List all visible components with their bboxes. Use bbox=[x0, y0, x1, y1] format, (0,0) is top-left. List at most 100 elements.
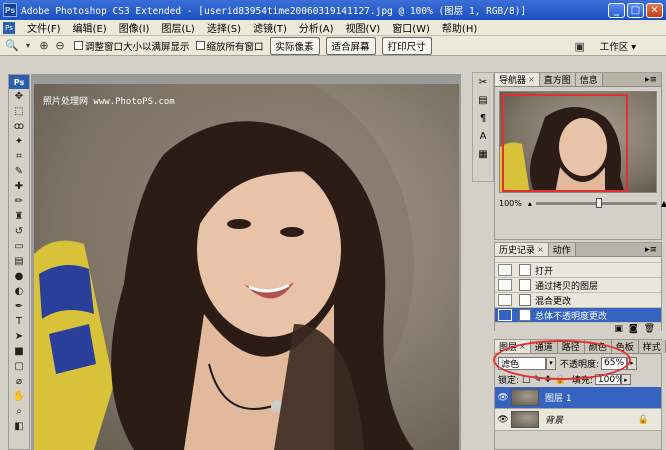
checkbox-box[interactable] bbox=[195, 41, 205, 50]
zoom-out-icon[interactable]: ⊖ bbox=[52, 38, 68, 54]
menu-view[interactable]: 视图(V) bbox=[340, 20, 387, 35]
path-selection-tool-icon[interactable]: ➤ bbox=[9, 329, 29, 344]
clone-stamp-tool-icon[interactable]: ♜ bbox=[9, 209, 29, 224]
zoom-in-icon[interactable]: ⊕ bbox=[36, 38, 52, 54]
delete-icon[interactable]: 🗑 bbox=[644, 324, 655, 334]
history-item[interactable]: 打开 bbox=[495, 263, 661, 278]
layer-row-selected[interactable]: 👁 图层 1 bbox=[495, 387, 661, 409]
print-size-button[interactable]: 打印尺寸 bbox=[381, 36, 432, 55]
history-item-label: 总体不透明度更改 bbox=[535, 311, 608, 322]
brush-tool-icon[interactable]: ✏ bbox=[9, 194, 29, 209]
layer-row[interactable]: 👁 背景 🔒 bbox=[495, 409, 661, 431]
history-item-selected[interactable]: 总体不透明度更改 bbox=[495, 308, 661, 323]
maximize-button[interactable]: □ bbox=[627, 2, 644, 18]
history-item[interactable]: 混合更改 bbox=[495, 293, 661, 308]
bridge-icon[interactable]: ▣ bbox=[572, 38, 588, 54]
document-canvas-area[interactable]: 照片处理网 www.PhotoPS.com bbox=[31, 74, 461, 450]
tab-info[interactable]: 信息 bbox=[575, 73, 603, 86]
move-tool-icon[interactable]: ✥ bbox=[9, 89, 29, 104]
notes-tool-icon[interactable]: ▢ bbox=[9, 359, 29, 374]
history-item[interactable]: 通过拷贝的图层 bbox=[495, 278, 661, 293]
crop-tool-icon[interactable]: ⌗ bbox=[9, 149, 29, 164]
lasso-tool-icon[interactable]: ꝏ bbox=[9, 119, 29, 134]
history-brush-tool-icon[interactable]: ↺ bbox=[9, 224, 29, 239]
new-snapshot-icon[interactable]: ◙ bbox=[629, 324, 638, 334]
zoom-slider[interactable] bbox=[535, 197, 657, 208]
ps-menu-icon[interactable]: Ps bbox=[3, 21, 15, 34]
marquee-tool-icon[interactable]: ⬚ bbox=[9, 104, 29, 119]
zoom-slider-knob[interactable] bbox=[596, 197, 603, 208]
eraser-tool-icon[interactable]: ▭ bbox=[9, 239, 29, 254]
navigator-panel: 导航器 × 直方图 信息 ▸≡ 100% ▴ ▲ bbox=[494, 72, 666, 240]
zoom-tool-icon[interactable]: ⌕ bbox=[9, 404, 29, 419]
close-button[interactable]: ✕ bbox=[646, 2, 663, 18]
history-brush-source-icon[interactable] bbox=[498, 309, 512, 321]
layer-name[interactable]: 图层 1 bbox=[545, 391, 572, 404]
history-item-label: 混合更改 bbox=[535, 296, 572, 307]
tab-styles[interactable]: 样式 bbox=[638, 340, 666, 353]
menu-select[interactable]: 选择(S) bbox=[201, 20, 247, 35]
tab-navigator[interactable]: 导航器 × bbox=[495, 73, 540, 86]
minimize-button[interactable]: _ bbox=[608, 2, 625, 18]
magic-wand-tool-icon[interactable]: ✦ bbox=[9, 134, 29, 149]
brushes-panel-icon[interactable]: ✂ bbox=[473, 73, 493, 91]
gradient-tool-icon[interactable]: ▤ bbox=[9, 254, 29, 269]
menu-image[interactable]: 图像(I) bbox=[113, 20, 156, 35]
menu-help[interactable]: 帮助(H) bbox=[436, 20, 483, 35]
history-brush-source-icon[interactable] bbox=[498, 264, 512, 276]
paragraph-icon[interactable]: ¶ bbox=[473, 109, 493, 127]
navigator-thumbnail[interactable] bbox=[499, 91, 657, 193]
healing-tool-icon[interactable]: ✚ bbox=[9, 179, 29, 194]
tool-presets-icon[interactable]: ▤ bbox=[473, 91, 493, 109]
navigator-view-box[interactable] bbox=[502, 94, 628, 192]
menu-layer[interactable]: 图层(L) bbox=[155, 20, 200, 35]
tab-histogram[interactable]: 直方图 bbox=[539, 73, 576, 86]
app-icon: Ps bbox=[3, 3, 17, 17]
layer-lock-icon: 🔒 bbox=[637, 414, 649, 425]
tab-actions[interactable]: 动作 bbox=[548, 243, 576, 256]
layer-comps-icon[interactable]: ▦ bbox=[473, 145, 493, 163]
fit-screen-button[interactable]: 适合屏幕 bbox=[325, 36, 376, 55]
tab-close-icon[interactable]: × bbox=[528, 75, 535, 84]
character-icon[interactable]: A bbox=[473, 127, 493, 145]
zoom-tool-icon[interactable]: 🔍 bbox=[4, 38, 20, 54]
blur-tool-icon[interactable]: ● bbox=[9, 269, 29, 284]
visibility-eye-icon[interactable]: 👁 bbox=[495, 415, 511, 425]
zoom-all-checkbox[interactable]: 缩放所有窗口 bbox=[195, 39, 264, 53]
hand-tool-icon[interactable]: ✋ bbox=[9, 389, 29, 404]
shape-tool-icon[interactable]: ■ bbox=[9, 344, 29, 359]
menu-window[interactable]: 窗口(W) bbox=[386, 20, 436, 35]
workspace-menu[interactable]: 工作区 ▾ bbox=[600, 39, 636, 53]
zoom-in-small-icon[interactable]: ▲ bbox=[661, 199, 666, 208]
eyedropper-tool-icon[interactable]: ⌀ bbox=[9, 374, 29, 389]
menu-file[interactable]: 文件(F) bbox=[21, 20, 67, 35]
zoom-value[interactable]: 100% bbox=[499, 199, 522, 208]
layer-name[interactable]: 背景 bbox=[545, 413, 563, 426]
menu-analysis[interactable]: 分析(A) bbox=[293, 20, 340, 35]
visibility-eye-icon[interactable]: 👁 bbox=[495, 393, 511, 403]
menu-filter[interactable]: 滤镜(T) bbox=[247, 20, 293, 35]
tab-history[interactable]: 历史记录 × bbox=[495, 243, 549, 256]
resize-windows-checkbox[interactable]: 调整窗口大小以满屏显示 bbox=[74, 39, 190, 53]
checkbox-box[interactable] bbox=[74, 41, 83, 50]
photo-image[interactable]: 照片处理网 www.PhotoPS.com bbox=[34, 84, 459, 450]
actual-pixels-button[interactable]: 实际像素 bbox=[269, 36, 320, 55]
color-swatches-icon[interactable]: ◧ bbox=[9, 419, 29, 434]
history-panel: 历史记录 × 动作 ▸≡ 打开 通过拷贝的图层 混合更改 总体不透明度更改 ▣ ◙… bbox=[494, 242, 662, 335]
type-tool-icon[interactable]: T bbox=[9, 314, 29, 329]
tab-close-icon[interactable]: × bbox=[537, 245, 544, 254]
menu-edit[interactable]: 编辑(E) bbox=[67, 20, 113, 35]
slice-tool-icon[interactable]: ✎ bbox=[9, 164, 29, 179]
panel-menu-icon[interactable]: ▸≡ bbox=[641, 73, 661, 86]
dodge-tool-icon[interactable]: ◐ bbox=[9, 284, 29, 299]
zoom-out-small-icon[interactable]: ▴ bbox=[528, 199, 532, 208]
panel-menu-icon[interactable]: ▸≡ bbox=[641, 243, 661, 256]
fill-slider-arrow-icon[interactable]: ▸ bbox=[620, 374, 631, 385]
tool-preset-dropdown-icon[interactable]: ▾ bbox=[20, 38, 36, 54]
history-brush-source-icon[interactable] bbox=[498, 279, 512, 291]
pen-tool-icon[interactable]: ✒ bbox=[9, 299, 29, 314]
history-brush-source-icon[interactable] bbox=[498, 294, 512, 306]
new-document-icon[interactable]: ▣ bbox=[614, 324, 623, 334]
zoom-all-label: 缩放所有窗口 bbox=[206, 41, 264, 53]
navigator-zoom: 100% ▴ ▲ bbox=[499, 197, 666, 209]
